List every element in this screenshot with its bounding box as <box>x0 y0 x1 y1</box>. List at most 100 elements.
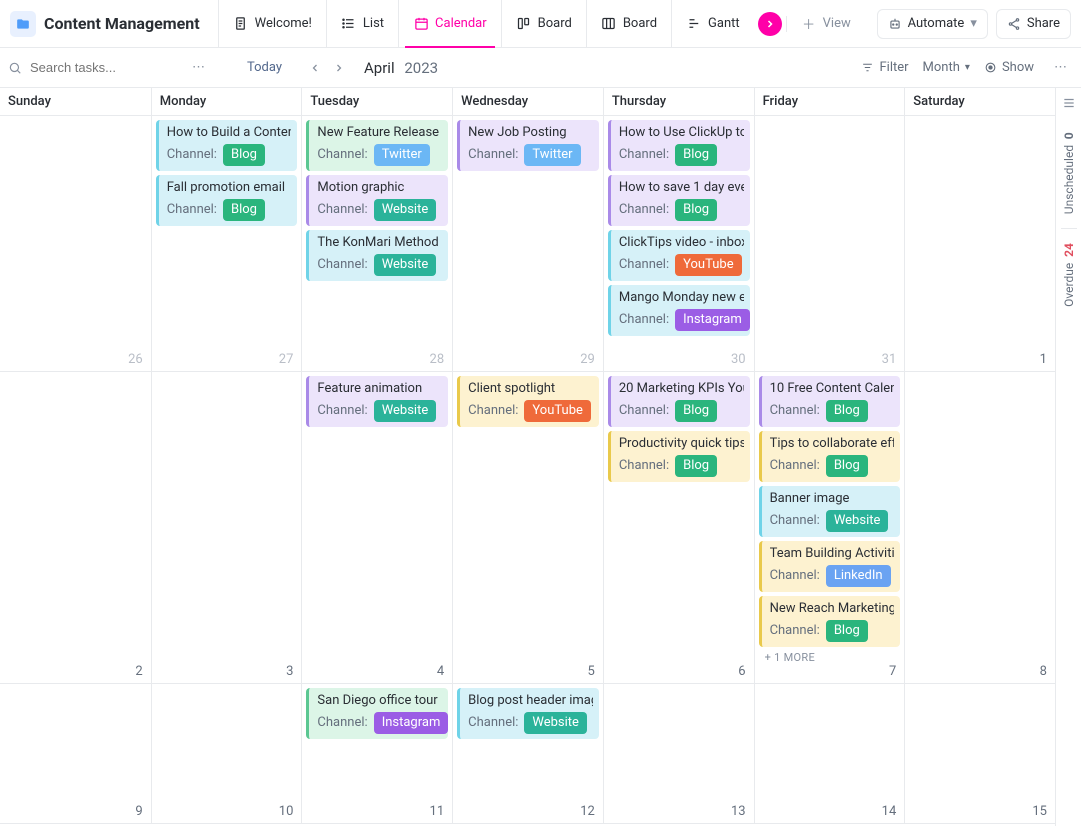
range-dropdown[interactable]: Month ▾ <box>923 60 970 75</box>
rail-settings-icon[interactable] <box>1062 88 1076 118</box>
calendar-cell[interactable]: 15 <box>904 684 1055 823</box>
calendar-event[interactable]: New Feature ReleaseChannel:Twitter <box>306 120 448 171</box>
calendar-cell[interactable]: 20 Marketing KPIs YouChannel:BlogProduct… <box>603 372 754 683</box>
calendar-cell[interactable]: Blog post header imagChannel:Website12 <box>452 684 603 823</box>
event-title: Tips to collaborate effe <box>770 435 895 453</box>
channel-label: Channel: <box>317 402 367 420</box>
calendar-event[interactable]: How to Use ClickUp toChannel:Blog <box>608 120 750 171</box>
folder-icon <box>10 11 36 37</box>
events-list: 20 Marketing KPIs YouChannel:BlogProduct… <box>608 376 750 482</box>
calendar-cell[interactable]: 10 <box>151 684 302 823</box>
event-title: Fall promotion email <box>167 179 292 197</box>
toolbar: ⋯ Today April 2023 Filter Month ▾ <box>0 48 1081 88</box>
event-channel-row: Channel:Website <box>317 254 442 276</box>
calendar-cell[interactable]: 9 <box>0 684 151 823</box>
event-title: How to Build a Content <box>167 124 292 142</box>
event-channel-row: Channel:Twitter <box>317 144 442 166</box>
calendar-event[interactable]: Fall promotion emailChannel:Blog <box>156 175 298 226</box>
view-tab-welcome-[interactable]: Welcome! <box>218 0 326 48</box>
calendar: SundayMondayTuesdayWednesdayThursdayFrid… <box>0 88 1055 826</box>
day-number: 2 <box>135 664 142 679</box>
rail-unscheduled[interactable]: Unscheduled 0 <box>1062 118 1076 228</box>
event-title: 10 Free Content Calend <box>770 380 895 398</box>
event-title: Feature animation <box>317 380 442 398</box>
calendar-cell[interactable]: 26 <box>0 116 151 371</box>
calendar-cell[interactable]: 10 Free Content CalendChannel:BlogTips t… <box>754 372 905 683</box>
calendar-event[interactable]: The KonMari Method foChannel:Website <box>306 230 448 281</box>
year-text: 2023 <box>404 59 438 77</box>
calendar-event[interactable]: Client spotlightChannel:YouTube <box>457 376 599 427</box>
calendar-cell[interactable]: New Job PostingChannel:Twitter29 <box>452 116 603 371</box>
channel-label: Channel: <box>468 402 518 420</box>
prev-month-button[interactable] <box>304 57 326 79</box>
calendar-event[interactable]: 20 Marketing KPIs YouChannel:Blog <box>608 376 750 427</box>
more-events-link[interactable]: + 1 MORE <box>759 647 901 668</box>
calendar-event[interactable]: Tips to collaborate effeChannel:Blog <box>759 431 901 482</box>
dayhead-thursday: Thursday <box>603 88 754 115</box>
event-title: ClickTips video - inbox <box>619 234 744 252</box>
calendar-cell[interactable]: 2 <box>0 372 151 683</box>
search-input[interactable] <box>28 59 178 76</box>
channel-tag: Twitter <box>374 144 430 166</box>
calendar-event[interactable]: New Reach Marketing:Channel:Blog <box>759 596 901 647</box>
calendar-event[interactable]: New Job PostingChannel:Twitter <box>457 120 599 171</box>
event-title: Banner image <box>770 490 895 508</box>
event-channel-row: Channel:Instagram <box>619 309 744 331</box>
calendar-cell[interactable]: San Diego office tourChannel:Instagram11 <box>301 684 452 823</box>
view-tab-calendar[interactable]: Calendar <box>398 0 501 48</box>
calendar-cell[interactable]: 8 <box>904 372 1055 683</box>
calendar-event[interactable]: 10 Free Content CalendChannel:Blog <box>759 376 901 427</box>
calendar-event[interactable]: Productivity quick tipsChannel:Blog <box>608 431 750 482</box>
calendar-cell[interactable]: 14 <box>754 684 905 823</box>
share-button[interactable]: Share <box>996 9 1071 39</box>
day-number: 28 <box>430 352 445 367</box>
channel-tag: YouTube <box>524 400 591 422</box>
calendar-event[interactable]: ClickTips video - inboxChannel:YouTube <box>608 230 750 281</box>
calendar-cell[interactable]: Client spotlightChannel:YouTube5 <box>452 372 603 683</box>
day-number: 30 <box>731 352 746 367</box>
event-channel-row: Channel:Blog <box>619 455 744 477</box>
board2-icon <box>601 16 617 32</box>
calendar-cell[interactable]: New Feature ReleaseChannel:TwitterMotion… <box>301 116 452 371</box>
channel-label: Channel: <box>619 256 669 274</box>
calendar-cell[interactable]: How to Build a ContentChannel:BlogFall p… <box>151 116 302 371</box>
calendar-cell[interactable]: 3 <box>151 372 302 683</box>
calendar-event[interactable]: How to Build a ContentChannel:Blog <box>156 120 298 171</box>
calendar-event[interactable]: Mango Monday new enChannel:Instagram <box>608 285 750 336</box>
search-more-icon[interactable]: ⋯ <box>186 60 211 75</box>
calendar-cell[interactable]: 13 <box>603 684 754 823</box>
toolbar-more-icon[interactable]: ⋯ <box>1048 60 1073 75</box>
channel-label: Channel: <box>317 201 367 219</box>
rail-overdue[interactable]: Overdue 24 <box>1062 229 1076 321</box>
calendar-cell[interactable]: Feature animationChannel:Website4 <box>301 372 452 683</box>
calendar-event[interactable]: Blog post header imagChannel:Website <box>457 688 599 739</box>
calendar-event[interactable]: Team Building ActivitieChannel:LinkedIn <box>759 541 901 592</box>
calendar-event[interactable]: San Diego office tourChannel:Instagram <box>306 688 448 739</box>
today-button[interactable]: Today <box>237 56 292 79</box>
event-channel-row: Channel:Website <box>317 199 442 221</box>
dayhead-sunday: Sunday <box>0 88 151 115</box>
calendar-event[interactable]: Banner imageChannel:Website <box>759 486 901 537</box>
channel-tag: Website <box>826 510 889 532</box>
view-tab-label: Gantt <box>708 16 740 31</box>
event-channel-row: Channel:Instagram <box>317 712 442 734</box>
view-tab-board[interactable]: Board <box>586 0 671 48</box>
add-view-button[interactable]: ＋ View <box>786 16 865 32</box>
view-tab-gantt[interactable]: Gantt <box>671 0 754 48</box>
filter-button[interactable]: Filter <box>861 60 908 75</box>
view-tab-list[interactable]: List <box>326 0 398 48</box>
event-channel-row: Channel:Website <box>468 712 593 734</box>
next-month-button[interactable] <box>328 57 350 79</box>
calendar-cell[interactable]: How to Use ClickUp toChannel:BlogHow to … <box>603 116 754 371</box>
calendar-cell[interactable]: 1 <box>904 116 1055 371</box>
range-label: Month <box>923 60 960 75</box>
automate-button[interactable]: Automate ▾ <box>877 9 988 39</box>
calendar-event[interactable]: How to save 1 day eveChannel:Blog <box>608 175 750 226</box>
calendar-cell[interactable]: 31 <box>754 116 905 371</box>
show-button[interactable]: Show <box>984 60 1034 75</box>
view-tab-board[interactable]: Board <box>501 0 586 48</box>
calendar-event[interactable]: Feature animationChannel:Website <box>306 376 448 427</box>
ai-badge-icon[interactable] <box>758 12 782 36</box>
events-list: 10 Free Content CalendChannel:BlogTips t… <box>759 376 901 647</box>
calendar-event[interactable]: Motion graphicChannel:Website <box>306 175 448 226</box>
